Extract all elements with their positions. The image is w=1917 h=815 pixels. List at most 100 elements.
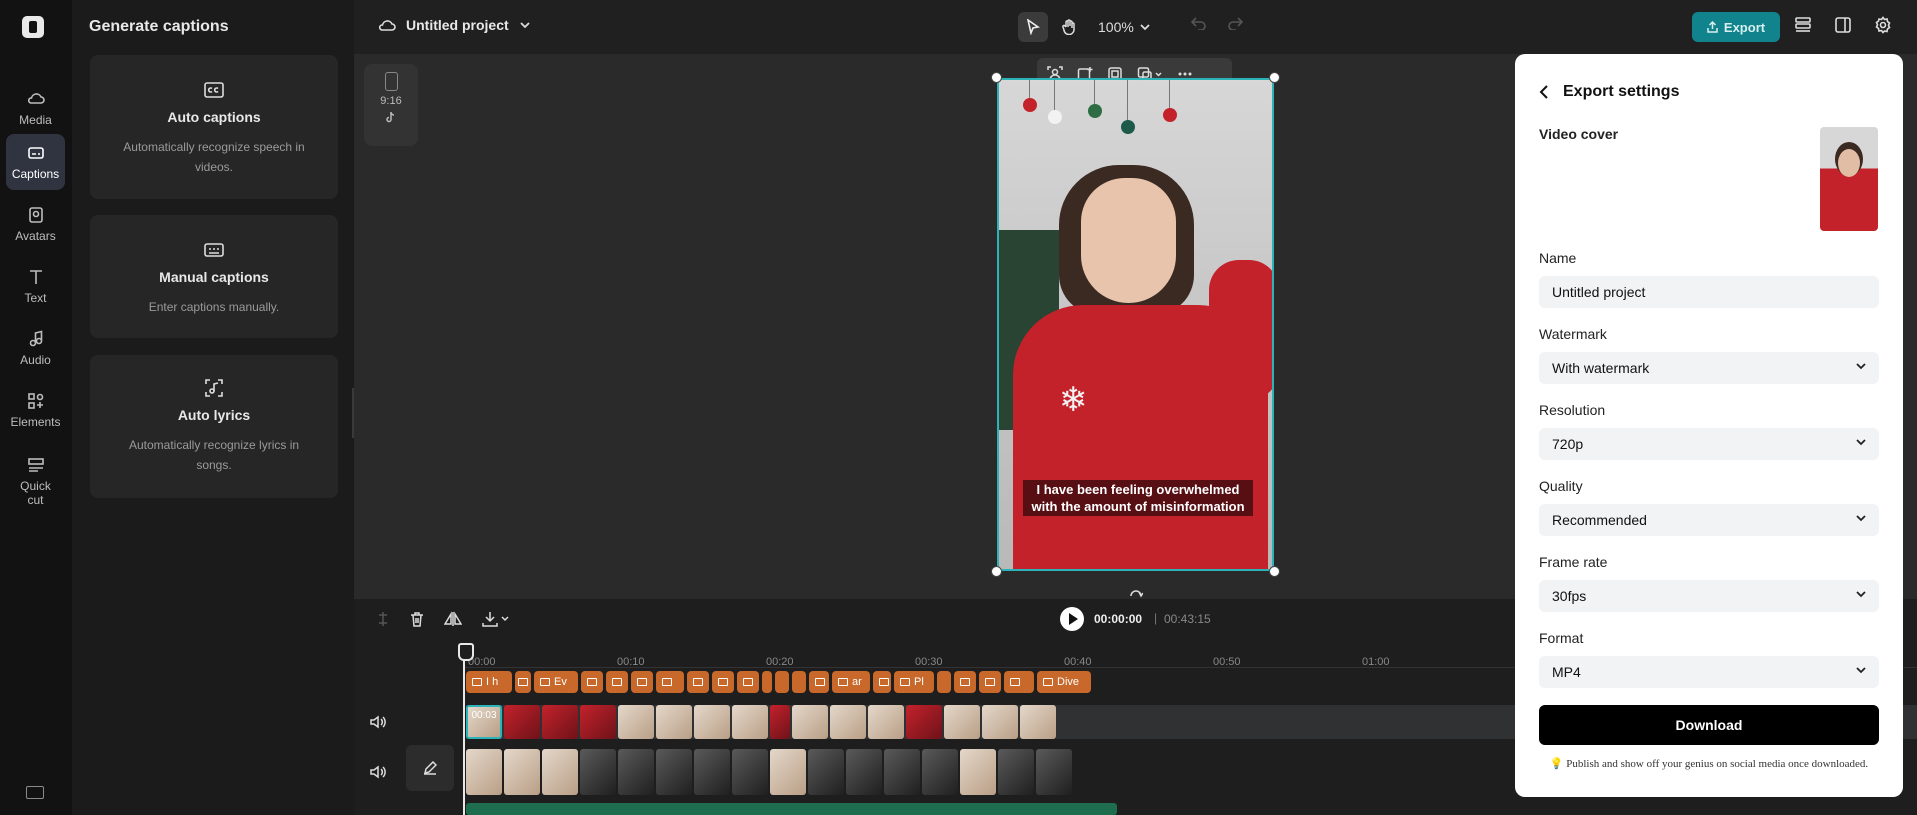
hand-tool-button[interactable] — [1054, 12, 1084, 42]
caption-segment[interactable] — [631, 671, 653, 693]
caption-segment[interactable] — [954, 671, 976, 693]
download-button[interactable]: Download — [1539, 705, 1879, 745]
resolution-label: Resolution — [1539, 402, 1606, 418]
caption-segment[interactable] — [581, 671, 603, 693]
caption-segment[interactable]: I h — [466, 671, 512, 693]
media-icon — [27, 93, 45, 104]
video-cover-thumbnail[interactable] — [1820, 127, 1878, 231]
caption-segment[interactable]: Dive — [1037, 671, 1091, 693]
video-track-1[interactable]: 00:03 — [466, 705, 1056, 739]
export-button[interactable]: Export — [1692, 12, 1780, 42]
rail-item-audio[interactable]: Audio — [6, 320, 65, 376]
volume-icon[interactable] — [370, 765, 386, 779]
caption-segment[interactable] — [737, 671, 759, 693]
caption-overlay[interactable]: I have been feeling overwhelmed with the… — [1023, 480, 1253, 516]
caption-segment[interactable] — [809, 671, 829, 693]
download-clip-icon[interactable] — [482, 611, 510, 627]
quality-select[interactable]: Recommended — [1539, 504, 1879, 536]
phone-icon — [384, 72, 398, 91]
resize-handle[interactable] — [1269, 566, 1280, 577]
rail-item-elements[interactable]: Elements — [6, 382, 65, 438]
caption-segment[interactable] — [792, 671, 806, 693]
play-button[interactable] — [1060, 607, 1084, 631]
mirror-icon[interactable] — [444, 611, 462, 627]
edit-track-button[interactable] — [406, 745, 454, 791]
name-input[interactable]: Untitled project — [1539, 276, 1879, 308]
resolution-select[interactable]: 720p — [1539, 428, 1879, 460]
rail-item-captions[interactable]: Captions — [6, 134, 65, 190]
export-title: Export settings — [1563, 83, 1680, 100]
captions-icon — [27, 147, 44, 159]
tick-label: 00:10 — [617, 656, 645, 668]
video-track-2[interactable] — [466, 749, 1072, 795]
aspect-ratio-card[interactable]: 9:16 — [364, 64, 418, 146]
trash-icon[interactable] — [410, 611, 424, 627]
redo-icon[interactable] — [1227, 16, 1243, 30]
resize-handle[interactable] — [991, 72, 1002, 83]
rail-item-avatars[interactable]: Avatars — [6, 196, 65, 252]
back-arrow-icon[interactable] — [1539, 85, 1549, 99]
tick-label: 00:50 — [1213, 656, 1241, 668]
ornament — [1163, 108, 1177, 122]
select-tool-button[interactable] — [1018, 12, 1048, 42]
caption-segment[interactable] — [937, 671, 951, 693]
caption-segment[interactable] — [515, 671, 531, 693]
export-icon — [1707, 21, 1718, 33]
caption-segment[interactable] — [712, 671, 734, 693]
caption-segment[interactable]: Ev — [534, 671, 578, 693]
caption-segment[interactable] — [687, 671, 709, 693]
zoom-select[interactable]: 100% — [1098, 19, 1150, 35]
chevron-down-icon — [1856, 439, 1866, 446]
app-logo[interactable] — [22, 16, 44, 38]
name-value: Untitled project — [1552, 284, 1646, 300]
manual-captions-card[interactable]: Manual captions Enter captions manually. — [90, 215, 338, 338]
export-settings-panel: Export settings Video cover Name Untitle… — [1515, 54, 1903, 797]
rail-label: Avatars — [15, 229, 56, 243]
layers-icon[interactable] — [1794, 16, 1812, 34]
framerate-label: Frame rate — [1539, 554, 1608, 570]
video-preview[interactable]: ❄ I have been feeling overwhelmed with t… — [997, 78, 1274, 571]
format-select[interactable]: MP4 — [1539, 656, 1879, 688]
playhead[interactable] — [458, 643, 474, 815]
gear-icon[interactable] — [1874, 16, 1892, 34]
selected-clip[interactable]: 00:03 — [466, 705, 502, 739]
project-menu[interactable]: Untitled project — [378, 17, 531, 33]
caption-segment[interactable] — [656, 671, 684, 693]
chevron-down-icon — [1856, 667, 1866, 674]
caption-segment[interactable] — [1004, 671, 1034, 693]
resize-handle[interactable] — [1269, 72, 1280, 83]
rotate-icon[interactable] — [1129, 586, 1143, 598]
quick-cut-icon — [27, 458, 44, 472]
elements-icon — [27, 393, 43, 409]
auto-lyrics-card[interactable]: Auto lyrics Automatically recognize lyri… — [90, 355, 338, 498]
audio-track[interactable] — [466, 803, 1117, 815]
keyboard-icon[interactable] — [26, 786, 44, 799]
volume-icon[interactable] — [370, 715, 386, 729]
rail-item-media[interactable]: Media — [6, 80, 65, 136]
top-right-icons — [1794, 16, 1892, 34]
zoom-value: 100% — [1098, 19, 1134, 35]
resize-handle[interactable] — [991, 566, 1002, 577]
caption-segment[interactable] — [762, 671, 772, 693]
caption-segment[interactable]: Pl — [894, 671, 934, 693]
caption-line-1: I have been feeling overwhelmed — [1036, 482, 1240, 497]
rail-label: Audio — [20, 353, 51, 367]
split-view-icon[interactable] — [1834, 16, 1852, 34]
chevron-down-icon — [1140, 23, 1150, 30]
caption-segment[interactable] — [873, 671, 891, 693]
undo-icon[interactable] — [1191, 16, 1207, 30]
caption-segment[interactable]: ar — [832, 671, 870, 693]
watermark-select[interactable]: With watermark — [1539, 352, 1879, 384]
split-icon[interactable] — [376, 611, 390, 627]
rail-item-text[interactable]: Text — [6, 258, 65, 314]
caption-segment[interactable] — [775, 671, 789, 693]
caption-segment[interactable] — [606, 671, 628, 693]
chevron-down-icon — [1856, 515, 1866, 522]
caption-segment[interactable] — [979, 671, 1001, 693]
rail-label: Text — [24, 291, 47, 305]
framerate-select[interactable]: 30fps — [1539, 580, 1879, 612]
rail-item-quick-cut[interactable]: Quick cut — [6, 446, 65, 516]
keyboard-card-icon — [204, 243, 224, 257]
caption-track: I h Ev ar Pl Dive — [466, 671, 1091, 693]
auto-captions-card[interactable]: Auto captions Automatically recognize sp… — [90, 55, 338, 199]
